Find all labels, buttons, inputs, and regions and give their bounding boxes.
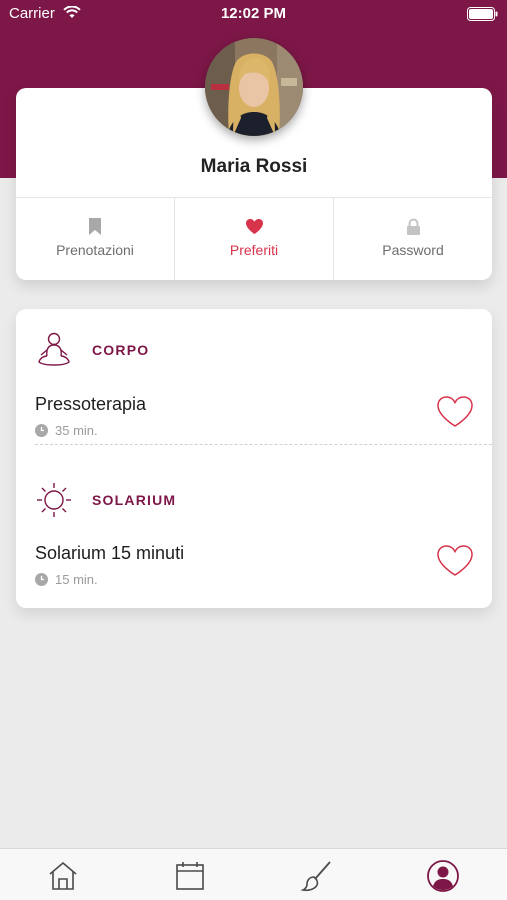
heart-outline-icon[interactable] xyxy=(435,394,475,430)
profile-icon[interactable] xyxy=(426,859,460,893)
calendar-icon[interactable] xyxy=(173,859,207,893)
heart-icon xyxy=(245,218,263,235)
brush-icon[interactable] xyxy=(300,859,334,893)
avatar-photo xyxy=(205,38,303,136)
favorites-card: CORPO Pressoterapia 35 min. SOLARIUM Sol… xyxy=(16,309,492,608)
tab-password[interactable]: Password xyxy=(334,198,492,280)
category-header-corpo: CORPO xyxy=(34,330,149,370)
divider xyxy=(35,444,492,445)
profile-tabs: Prenotazioni Preferiti Password xyxy=(16,197,492,280)
home-icon[interactable] xyxy=(46,859,80,893)
item-duration: 15 min. xyxy=(35,572,98,587)
item-name: Pressoterapia xyxy=(35,394,147,414)
heart-outline-icon[interactable] xyxy=(435,543,475,579)
clock-icon xyxy=(35,424,48,437)
category-name: CORPO xyxy=(92,342,150,358)
item-name: Solarium 15 minuti xyxy=(35,543,185,563)
clock-icon xyxy=(35,573,48,586)
tab-label: Prenotazioni xyxy=(56,242,134,258)
profile-name: Maria Rossi xyxy=(200,156,308,177)
tab-label: Preferiti xyxy=(229,242,279,258)
sun-icon xyxy=(37,483,71,517)
category-header-solarium: SOLARIUM xyxy=(34,480,176,520)
duration-text: 15 min. xyxy=(55,572,98,587)
list-item-pressoterapia[interactable]: Pressoterapia 35 min. xyxy=(35,394,475,444)
yoga-figure-icon xyxy=(38,332,70,366)
status-bar: Carrier 12:02 PM xyxy=(0,0,507,28)
duration-text: 35 min. xyxy=(55,423,98,438)
category-name: SOLARIUM xyxy=(92,492,177,508)
tab-prenotazioni[interactable]: Prenotazioni xyxy=(16,198,175,280)
tab-label: Password xyxy=(382,242,444,258)
bookmark-icon xyxy=(89,218,101,235)
avatar[interactable] xyxy=(205,38,303,136)
list-item-solarium-15[interactable]: Solarium 15 minuti 15 min. xyxy=(35,543,475,593)
tab-preferiti[interactable]: Preferiti xyxy=(175,198,334,280)
item-duration: 35 min. xyxy=(35,423,98,438)
bottom-tab-bar xyxy=(0,848,507,900)
status-time: 12:02 PM xyxy=(220,5,287,22)
lock-icon xyxy=(406,218,420,235)
battery-icon xyxy=(467,7,498,21)
